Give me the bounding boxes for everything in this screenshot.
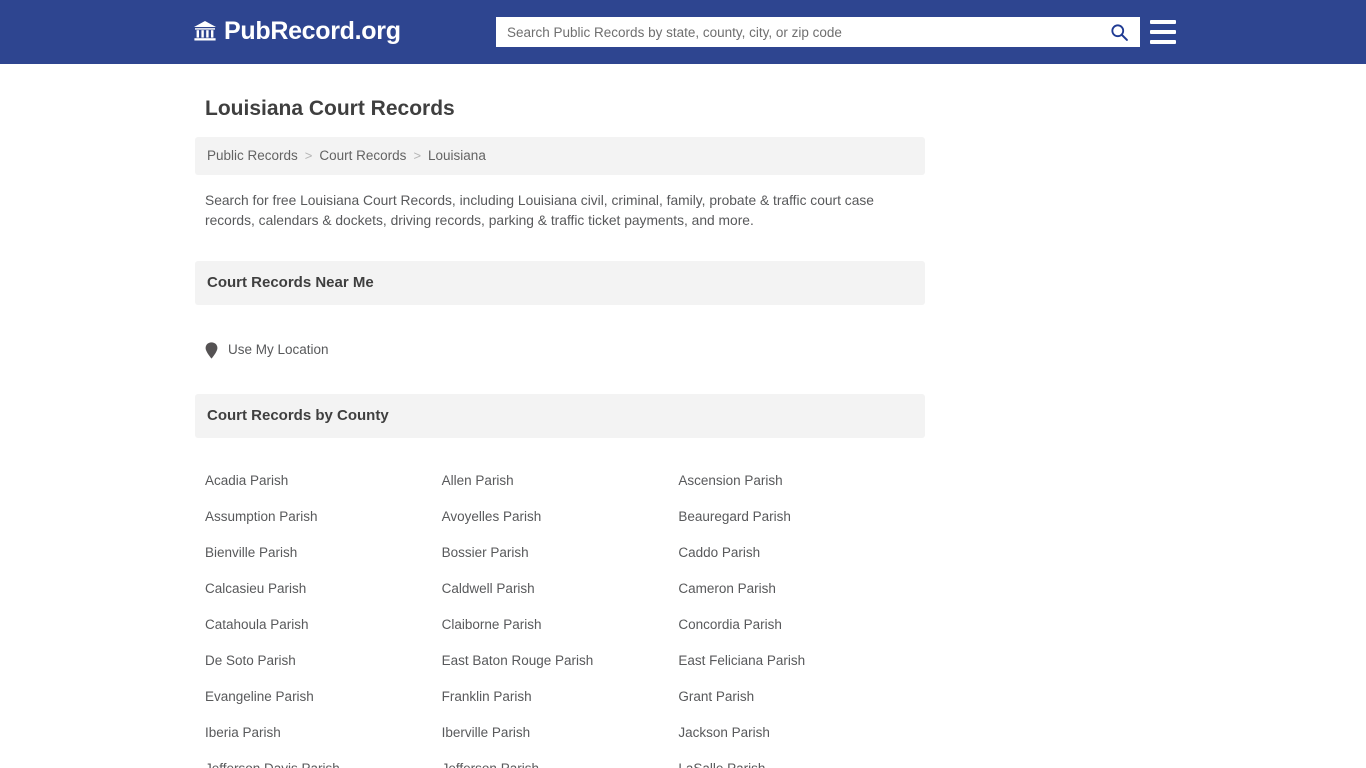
county-link[interactable]: Caldwell Parish bbox=[442, 580, 679, 616]
page-intro-text: Search for free Louisiana Court Records,… bbox=[205, 193, 874, 228]
county-link[interactable]: Acadia Parish bbox=[205, 472, 442, 508]
county-link[interactable]: Claiborne Parish bbox=[442, 616, 679, 652]
county-link[interactable]: Jefferson Parish bbox=[442, 760, 679, 768]
county-link[interactable]: Concordia Parish bbox=[678, 616, 915, 652]
page-title: Louisiana Court Records bbox=[205, 97, 455, 120]
search-icon bbox=[1110, 23, 1129, 42]
section-heading-by-county: Court Records by County bbox=[195, 393, 925, 438]
hamburger-bar-3 bbox=[1150, 40, 1176, 44]
county-link[interactable]: Avoyelles Parish bbox=[442, 508, 679, 544]
map-pin-icon bbox=[205, 342, 218, 359]
search-input[interactable] bbox=[496, 18, 1098, 46]
brand-logo-link[interactable]: PubRecord.org bbox=[193, 18, 401, 44]
county-link[interactable]: Jackson Parish bbox=[678, 724, 915, 760]
county-link[interactable]: De Soto Parish bbox=[205, 652, 442, 688]
county-link[interactable]: Caddo Parish bbox=[678, 544, 915, 580]
county-link[interactable]: Iberville Parish bbox=[442, 724, 679, 760]
county-link[interactable]: Calcasieu Parish bbox=[205, 580, 442, 616]
breadcrumb-item-louisiana: Louisiana bbox=[428, 148, 486, 163]
county-link[interactable]: Bossier Parish bbox=[442, 544, 679, 580]
brand-name: PubRecord.org bbox=[224, 17, 401, 45]
hamburger-menu-button[interactable] bbox=[1150, 20, 1176, 44]
use-my-location-link[interactable]: Use My Location bbox=[205, 341, 329, 359]
bank-building-icon bbox=[193, 19, 217, 43]
county-link[interactable]: East Baton Rouge Parish bbox=[442, 652, 679, 688]
county-link[interactable]: Assumption Parish bbox=[205, 508, 442, 544]
county-link[interactable]: Jefferson Davis Parish bbox=[205, 760, 442, 768]
county-link[interactable]: East Feliciana Parish bbox=[678, 652, 915, 688]
page-body: Louisiana Court Records Public Records >… bbox=[0, 64, 1366, 768]
county-link[interactable]: Bienville Parish bbox=[205, 544, 442, 580]
county-link[interactable]: Catahoula Parish bbox=[205, 616, 442, 652]
county-link[interactable]: Evangeline Parish bbox=[205, 688, 442, 724]
county-link[interactable]: Cameron Parish bbox=[678, 580, 915, 616]
near-me-section: Use My Location bbox=[195, 317, 925, 364]
use-my-location-label: Use My Location bbox=[228, 342, 329, 358]
county-link[interactable]: Franklin Parish bbox=[442, 688, 679, 724]
breadcrumb-separator-2: > bbox=[413, 148, 422, 163]
county-link[interactable]: Iberia Parish bbox=[205, 724, 442, 760]
search-bar bbox=[496, 17, 1140, 47]
breadcrumb: Public Records > Court Records > Louisia… bbox=[195, 137, 925, 175]
county-links-grid: Acadia Parish Allen Parish Ascension Paris… bbox=[195, 450, 925, 768]
hamburger-bar-1 bbox=[1150, 20, 1176, 24]
site-header: PubRecord.org bbox=[0, 0, 1366, 64]
county-link[interactable]: Grant Parish bbox=[678, 688, 915, 724]
section-heading-near-me: Court Records Near Me bbox=[195, 261, 925, 305]
county-link[interactable]: Allen Parish bbox=[442, 472, 679, 508]
breadcrumb-separator-1: > bbox=[304, 148, 313, 163]
county-link[interactable]: Beauregard Parish bbox=[678, 508, 915, 544]
search-button[interactable] bbox=[1098, 17, 1140, 47]
county-link[interactable]: LaSalle Parish bbox=[678, 760, 915, 768]
breadcrumb-item-public-records[interactable]: Public Records bbox=[207, 147, 298, 165]
hamburger-bar-2 bbox=[1150, 30, 1176, 34]
breadcrumb-item-court-records[interactable]: Court Records bbox=[319, 147, 406, 165]
county-link[interactable]: Ascension Parish bbox=[678, 472, 915, 508]
content-column: Louisiana Court Records Public Records >… bbox=[195, 64, 925, 768]
